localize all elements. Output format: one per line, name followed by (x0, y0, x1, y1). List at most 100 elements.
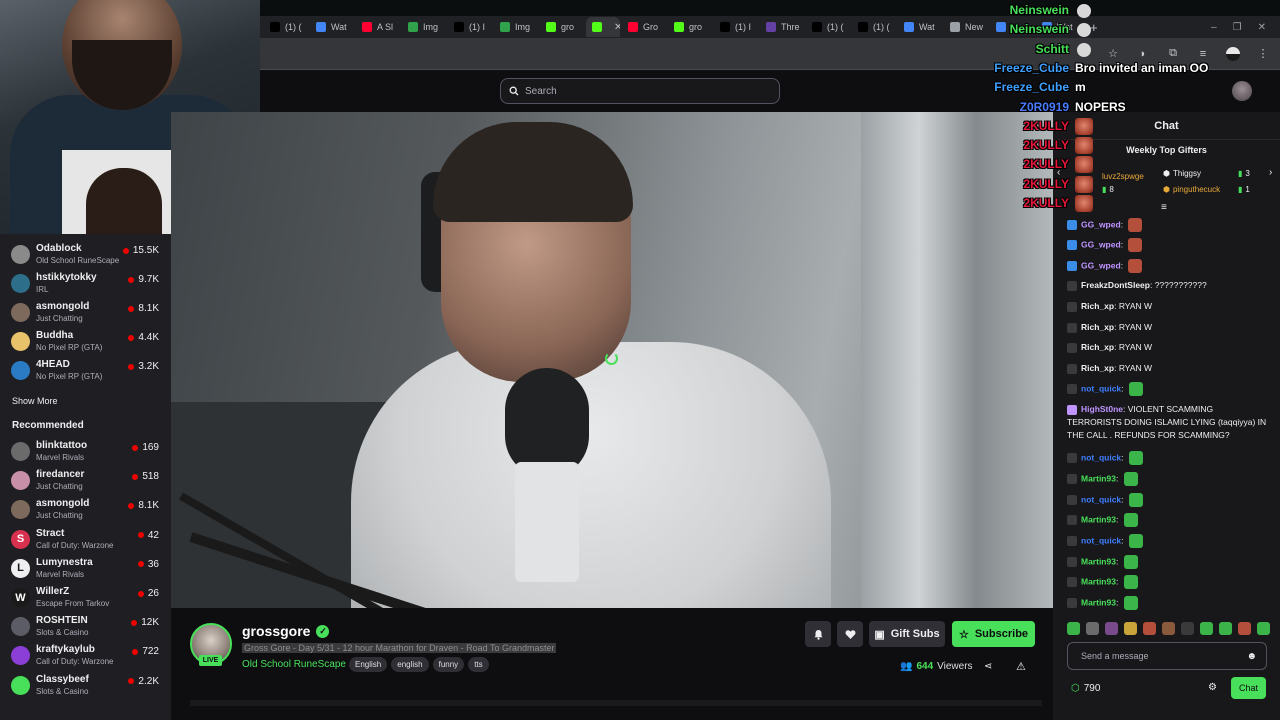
chat-username[interactable]: Rich_xp (1081, 342, 1114, 352)
video-player[interactable] (171, 112, 1053, 608)
chat-username[interactable]: not_quick (1081, 452, 1121, 462)
chat-username[interactable]: FreakzDontSleep (1081, 280, 1150, 290)
chat-username[interactable]: not_quick (1081, 494, 1121, 504)
tag-pill[interactable]: funny (432, 657, 465, 672)
gifter-entry[interactable]: ⬢ Thiggsy (1163, 169, 1201, 178)
quick-emote-icon[interactable] (1181, 622, 1194, 635)
browser-menu-icon[interactable]: ⋮ (1256, 47, 1270, 61)
chat-username[interactable]: HighSt0ne (1081, 404, 1123, 414)
close-window-button[interactable]: ✕ (1258, 22, 1266, 33)
audio-icon[interactable]: ◗ (1136, 47, 1150, 61)
browser-tab[interactable]: (1) ( (806, 17, 850, 37)
chat-username[interactable]: Rich_xp (1081, 322, 1114, 332)
sidebar-channel[interactable]: blinktattoo Marvel Rivals 169 (0, 440, 171, 468)
sidebar-channel[interactable]: 4HEAD No Pixel RP (GTA) 3.2K (0, 359, 171, 387)
search-input[interactable]: Search (500, 78, 780, 104)
profile-avatar[interactable] (1226, 46, 1240, 61)
browser-tab[interactable]: A Sl (356, 17, 400, 37)
chat-username[interactable]: GG_wped (1081, 219, 1121, 229)
chat-emote-icon[interactable] (1128, 493, 1143, 507)
chat-emote-icon[interactable] (1128, 534, 1143, 548)
chat-username[interactable]: GG_wped (1081, 239, 1121, 249)
chat-send-button[interactable]: Chat (1231, 677, 1266, 699)
chat-emote-icon[interactable] (1123, 596, 1138, 610)
follow-button[interactable] (837, 621, 863, 647)
browser-tab[interactable]: Img (402, 17, 446, 37)
sidebar-channel[interactable]: Buddha No Pixel RP (GTA) 4.4K (0, 330, 171, 358)
chat-username[interactable]: Rich_xp (1081, 363, 1114, 373)
sidebar-channel[interactable]: ROSHTEIN Slots & Casino 12K (0, 615, 171, 643)
quick-emote-icon[interactable] (1143, 622, 1156, 635)
streamer-name[interactable]: grossgore ✓ (242, 623, 330, 639)
quick-emote-icon[interactable] (1162, 622, 1175, 635)
extensions-icon[interactable]: ⧉ (1166, 47, 1180, 61)
sidebar-channel[interactable]: asmongold Just Chatting 8.1K (0, 301, 171, 329)
quick-emote-icon[interactable] (1200, 622, 1213, 635)
sidebar-channel[interactable]: L Lumynestra Marvel Rivals 36 (0, 557, 171, 585)
quick-emote-icon[interactable] (1105, 622, 1118, 635)
subscribe-button[interactable]: ☆ Subscribe (952, 621, 1035, 647)
chat-username[interactable]: Martin93 (1081, 473, 1116, 483)
browser-tab[interactable]: gro (668, 17, 712, 37)
browser-tab[interactable]: Wat (310, 17, 354, 37)
notification-bell-button[interactable] (805, 621, 831, 647)
chat-emote-icon[interactable] (1123, 472, 1138, 486)
chat-emote-icon[interactable] (1128, 259, 1143, 273)
sidebar-channel[interactable]: kraftykaylub Call of Duty: Warzone 722 (0, 644, 171, 672)
browser-tab[interactable]: Gro (622, 17, 666, 37)
tag-pill[interactable]: tts (468, 657, 489, 672)
chat-username[interactable]: not_quick (1081, 535, 1121, 545)
sidebar-channel[interactable]: W WillerZ Escape From Tarkov 26 (0, 586, 171, 614)
browser-tab[interactable]: Wat (898, 17, 942, 37)
chat-emote-icon[interactable] (1128, 451, 1143, 465)
sidebar-channel[interactable]: hstikkytokky IRL 9.7K (0, 272, 171, 300)
quick-emote-icon[interactable] (1124, 622, 1137, 635)
user-avatar[interactable] (1232, 81, 1252, 101)
browser-tab[interactable]: Img (494, 17, 538, 37)
chat-username[interactable]: Martin93 (1081, 597, 1116, 607)
minimize-button[interactable]: – (1211, 22, 1217, 33)
gifters-next-icon[interactable]: › (1269, 167, 1272, 178)
quick-emote-icon[interactable] (1067, 622, 1080, 635)
report-warning-icon[interactable]: ⚠ (1016, 660, 1026, 673)
gift-subs-button[interactable]: ▣ Gift Subs (869, 621, 945, 647)
chat-username[interactable]: Rich_xp (1081, 301, 1114, 311)
channel-points[interactable]: ⬡ 790 (1071, 683, 1100, 694)
streamer-name-text[interactable]: grossgore (242, 623, 310, 639)
gifter-entry[interactable]: ⬢ pinguthecuck (1163, 185, 1220, 194)
close-tab-icon[interactable]: ✕ (614, 22, 620, 33)
browser-tab[interactable]: gro (540, 17, 584, 37)
collapse-gifters-icon[interactable]: ≡ (1161, 202, 1167, 213)
stream-category-link[interactable]: Old School RuneScape (242, 659, 346, 670)
chat-emote-icon[interactable] (1128, 218, 1143, 232)
chat-emote-icon[interactable] (1128, 238, 1143, 252)
sidebar-channel[interactable]: firedancer Just Chatting 518 (0, 469, 171, 497)
emote-picker-icon[interactable]: ☻ (1246, 651, 1257, 662)
sidebar-channel[interactable]: Odablock Old School RuneScape 15.5K (0, 243, 171, 271)
tag-pill[interactable]: English (349, 657, 388, 672)
chat-username[interactable]: not_quick (1081, 383, 1121, 393)
chat-emote-icon[interactable] (1123, 555, 1138, 569)
quick-emote-icon[interactable] (1257, 622, 1270, 635)
maximize-button[interactable]: ❐ (1233, 22, 1242, 33)
chat-emote-icon[interactable] (1123, 575, 1138, 589)
quick-emote-icon[interactable] (1219, 622, 1232, 635)
share-icon[interactable]: ⋖ (984, 661, 992, 672)
tag-pill[interactable]: english (391, 657, 429, 672)
gifter-entry[interactable]: luvz2spwge (1102, 172, 1144, 181)
browser-tab[interactable]: (1) I (714, 17, 758, 37)
show-more-link[interactable]: Show More (12, 396, 58, 406)
chat-emote-icon[interactable] (1128, 382, 1143, 396)
browser-tab[interactable]: (1) ( (852, 17, 896, 37)
quick-emote-icon[interactable] (1238, 622, 1251, 635)
sidebar-channel[interactable]: Classybeef Slots & Casino 2.2K (0, 674, 171, 702)
chat-username[interactable]: Martin93 (1081, 556, 1116, 566)
media-control-icon[interactable]: ≡ (1196, 47, 1210, 61)
chat-emote-icon[interactable] (1123, 513, 1138, 527)
chat-username[interactable]: GG_wped (1081, 260, 1121, 270)
sidebar-channel[interactable]: S Stract Call of Duty: Warzone 42 (0, 528, 171, 556)
quick-emote-icon[interactable] (1086, 622, 1099, 635)
browser-tab[interactable]: (1) I (448, 17, 492, 37)
browser-tab[interactable]: (1) ( (264, 17, 308, 37)
browser-tab[interactable]: Thre (760, 17, 804, 37)
